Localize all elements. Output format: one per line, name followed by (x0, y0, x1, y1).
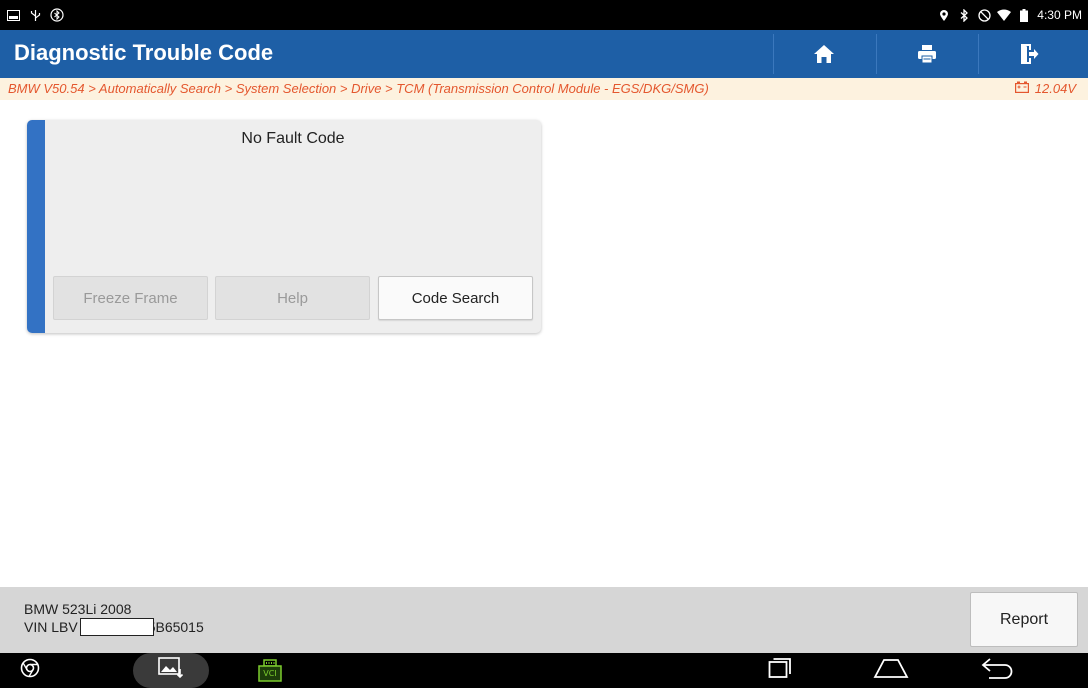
vin-redaction (79, 618, 154, 636)
vehicle-info-bar: BMW 523Li 2008 VIN LBV 5B65015 Report (0, 587, 1088, 653)
print-button[interactable] (876, 34, 976, 74)
car-battery-icon (1014, 81, 1029, 96)
back-icon (981, 657, 1015, 684)
gallery-icon (158, 657, 184, 684)
home-nav-button[interactable] (869, 653, 913, 688)
bluetooth-icon (957, 8, 971, 22)
exit-icon (1019, 43, 1039, 65)
print-icon (917, 44, 937, 64)
exit-button[interactable] (978, 34, 1078, 74)
vci-label: VCI (263, 668, 277, 678)
page-title: Diagnostic Trouble Code (14, 40, 274, 65)
bluetooth-circle-icon (50, 8, 64, 22)
breadcrumb-path: BMW V50.54 > Automatically Search > Syst… (8, 81, 709, 96)
vin-suffix: 5B65015 (147, 619, 204, 635)
report-button[interactable]: Report (970, 592, 1078, 647)
do-not-disturb-icon (977, 8, 991, 22)
status-bar: 4:30 PM (0, 0, 1088, 30)
title-bar: Diagnostic Trouble Code (0, 30, 1088, 78)
back-button[interactable] (978, 653, 1018, 688)
recent-apps-button[interactable] (760, 653, 800, 688)
help-button[interactable]: Help (215, 276, 370, 320)
vin-prefix: VIN LBV (24, 619, 78, 635)
navigation-bar: VCI (0, 653, 1088, 688)
home-button[interactable] (773, 34, 873, 74)
recent-apps-icon (768, 657, 792, 684)
vin-row: VIN LBV 5B65015 (24, 618, 204, 636)
usb-icon (28, 8, 42, 22)
screenshot-icon (6, 8, 20, 22)
gallery-button[interactable] (133, 653, 209, 688)
chrome-button[interactable] (10, 653, 50, 688)
wifi-icon (997, 8, 1012, 22)
breadcrumb: BMW V50.54 > Automatically Search > Syst… (0, 78, 1088, 100)
voltage-value: 12.04V (1034, 81, 1076, 96)
home-icon (813, 44, 835, 64)
home-nav-icon (873, 657, 909, 684)
battery-icon (1017, 8, 1031, 22)
no-fault-code-message: No Fault Code (241, 130, 345, 147)
vehicle-info: BMW 523Li 2008 VIN LBV 5B65015 (24, 600, 204, 636)
dtc-card: No Fault Code Freeze Frame Help Code Sea… (27, 120, 541, 333)
clock: 4:30 PM (1037, 8, 1082, 22)
vehicle-model: BMW 523Li 2008 (24, 601, 132, 617)
code-search-button[interactable]: Code Search (378, 276, 533, 320)
chrome-icon (20, 658, 40, 683)
battery-voltage: 12.04V (1014, 81, 1076, 96)
vci-icon: VCI (257, 658, 283, 683)
vci-button[interactable]: VCI (250, 653, 290, 688)
freeze-frame-button[interactable]: Freeze Frame (53, 276, 208, 320)
card-accent-bar (27, 120, 45, 333)
location-icon (937, 8, 951, 22)
